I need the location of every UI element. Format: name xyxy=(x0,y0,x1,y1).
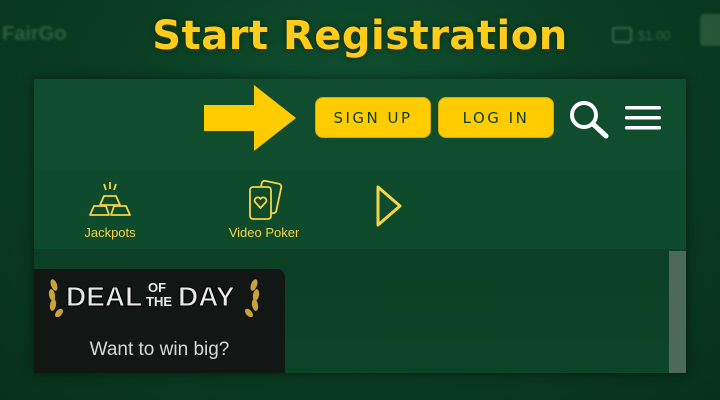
search-icon[interactable] xyxy=(568,99,610,139)
site-header: SIGN UP LOG IN xyxy=(34,79,686,169)
category-label: Jackpots xyxy=(84,225,136,240)
site-preview-panel: SIGN UP LOG IN Jackpots Video Poker DEAL… xyxy=(34,79,686,373)
deal-the: THE xyxy=(146,294,172,309)
gold-bars-icon xyxy=(89,182,131,216)
deal-tagline: Want to win big? xyxy=(89,339,230,360)
category-label: Video Poker xyxy=(228,225,300,240)
deal-of-the-day-badge: DEAL OF THE DAY xyxy=(48,279,260,317)
scrollbar[interactable] xyxy=(669,251,686,373)
log-in-button[interactable]: LOG IN xyxy=(438,97,554,138)
page-headline: Start Registration xyxy=(152,13,568,59)
laurel-left-icon xyxy=(48,279,63,317)
day-word: DAY xyxy=(178,281,235,312)
category-bar: Jackpots Video Poker xyxy=(34,169,686,249)
playing-cards-icon xyxy=(249,179,283,220)
hamburger-menu-icon[interactable] xyxy=(623,103,663,133)
deal-word: DEAL xyxy=(66,281,142,312)
arrow-right-icon xyxy=(204,85,296,151)
deal-of-the-day-card[interactable]: DEAL OF THE DAY Want to win big? xyxy=(34,269,285,373)
category-video-poker[interactable]: Video Poker xyxy=(204,169,324,249)
category-jackpots[interactable]: Jackpots xyxy=(50,169,170,249)
laurel-right-icon xyxy=(245,279,260,317)
deal-of: OF xyxy=(148,280,166,295)
sign-up-button[interactable]: SIGN UP xyxy=(315,97,431,138)
next-arrow-icon[interactable] xyxy=(370,181,406,231)
